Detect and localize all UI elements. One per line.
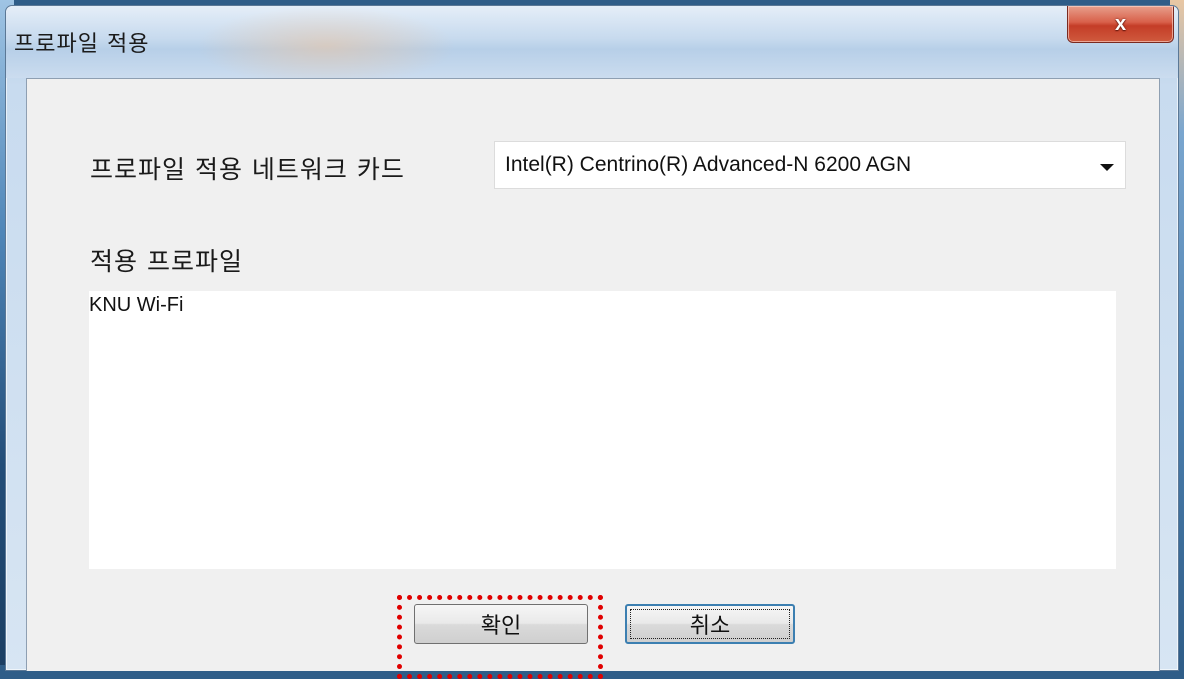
title-bar-glow [196,6,456,78]
list-item[interactable]: KNU Wi-Fi [89,294,183,317]
network-card-label: 프로파일 적용 네트워크 카드 [90,155,405,184]
profile-listbox[interactable]: KNU Wi-Fi [89,291,1116,569]
close-icon[interactable]: x [1115,13,1126,36]
network-card-select[interactable]: Intel(R) Centrino(R) Advanced-N 6200 AGN [494,141,1126,189]
title-bar[interactable]: 프로파일 적용 x [6,6,1178,78]
cancel-button-label: 취소 [689,614,731,639]
dialog-client-area: 프로파일 적용 네트워크 카드 Intel(R) Centrino(R) Adv… [26,78,1160,679]
window-title: 프로파일 적용 [14,32,150,57]
close-button[interactable]: x [1067,6,1174,43]
network-card-select-value[interactable]: Intel(R) Centrino(R) Advanced-N 6200 AGN [505,153,911,177]
chevron-down-icon[interactable] [1100,164,1114,171]
applied-profile-label: 적용 프로파일 [90,247,243,276]
cancel-button[interactable]: 취소 [625,604,795,644]
ok-button-highlight-annotation [397,595,603,679]
dialog-window: 프로파일 적용 x 프로파일 적용 네트워크 카드 Intel(R) Centr… [5,5,1179,679]
